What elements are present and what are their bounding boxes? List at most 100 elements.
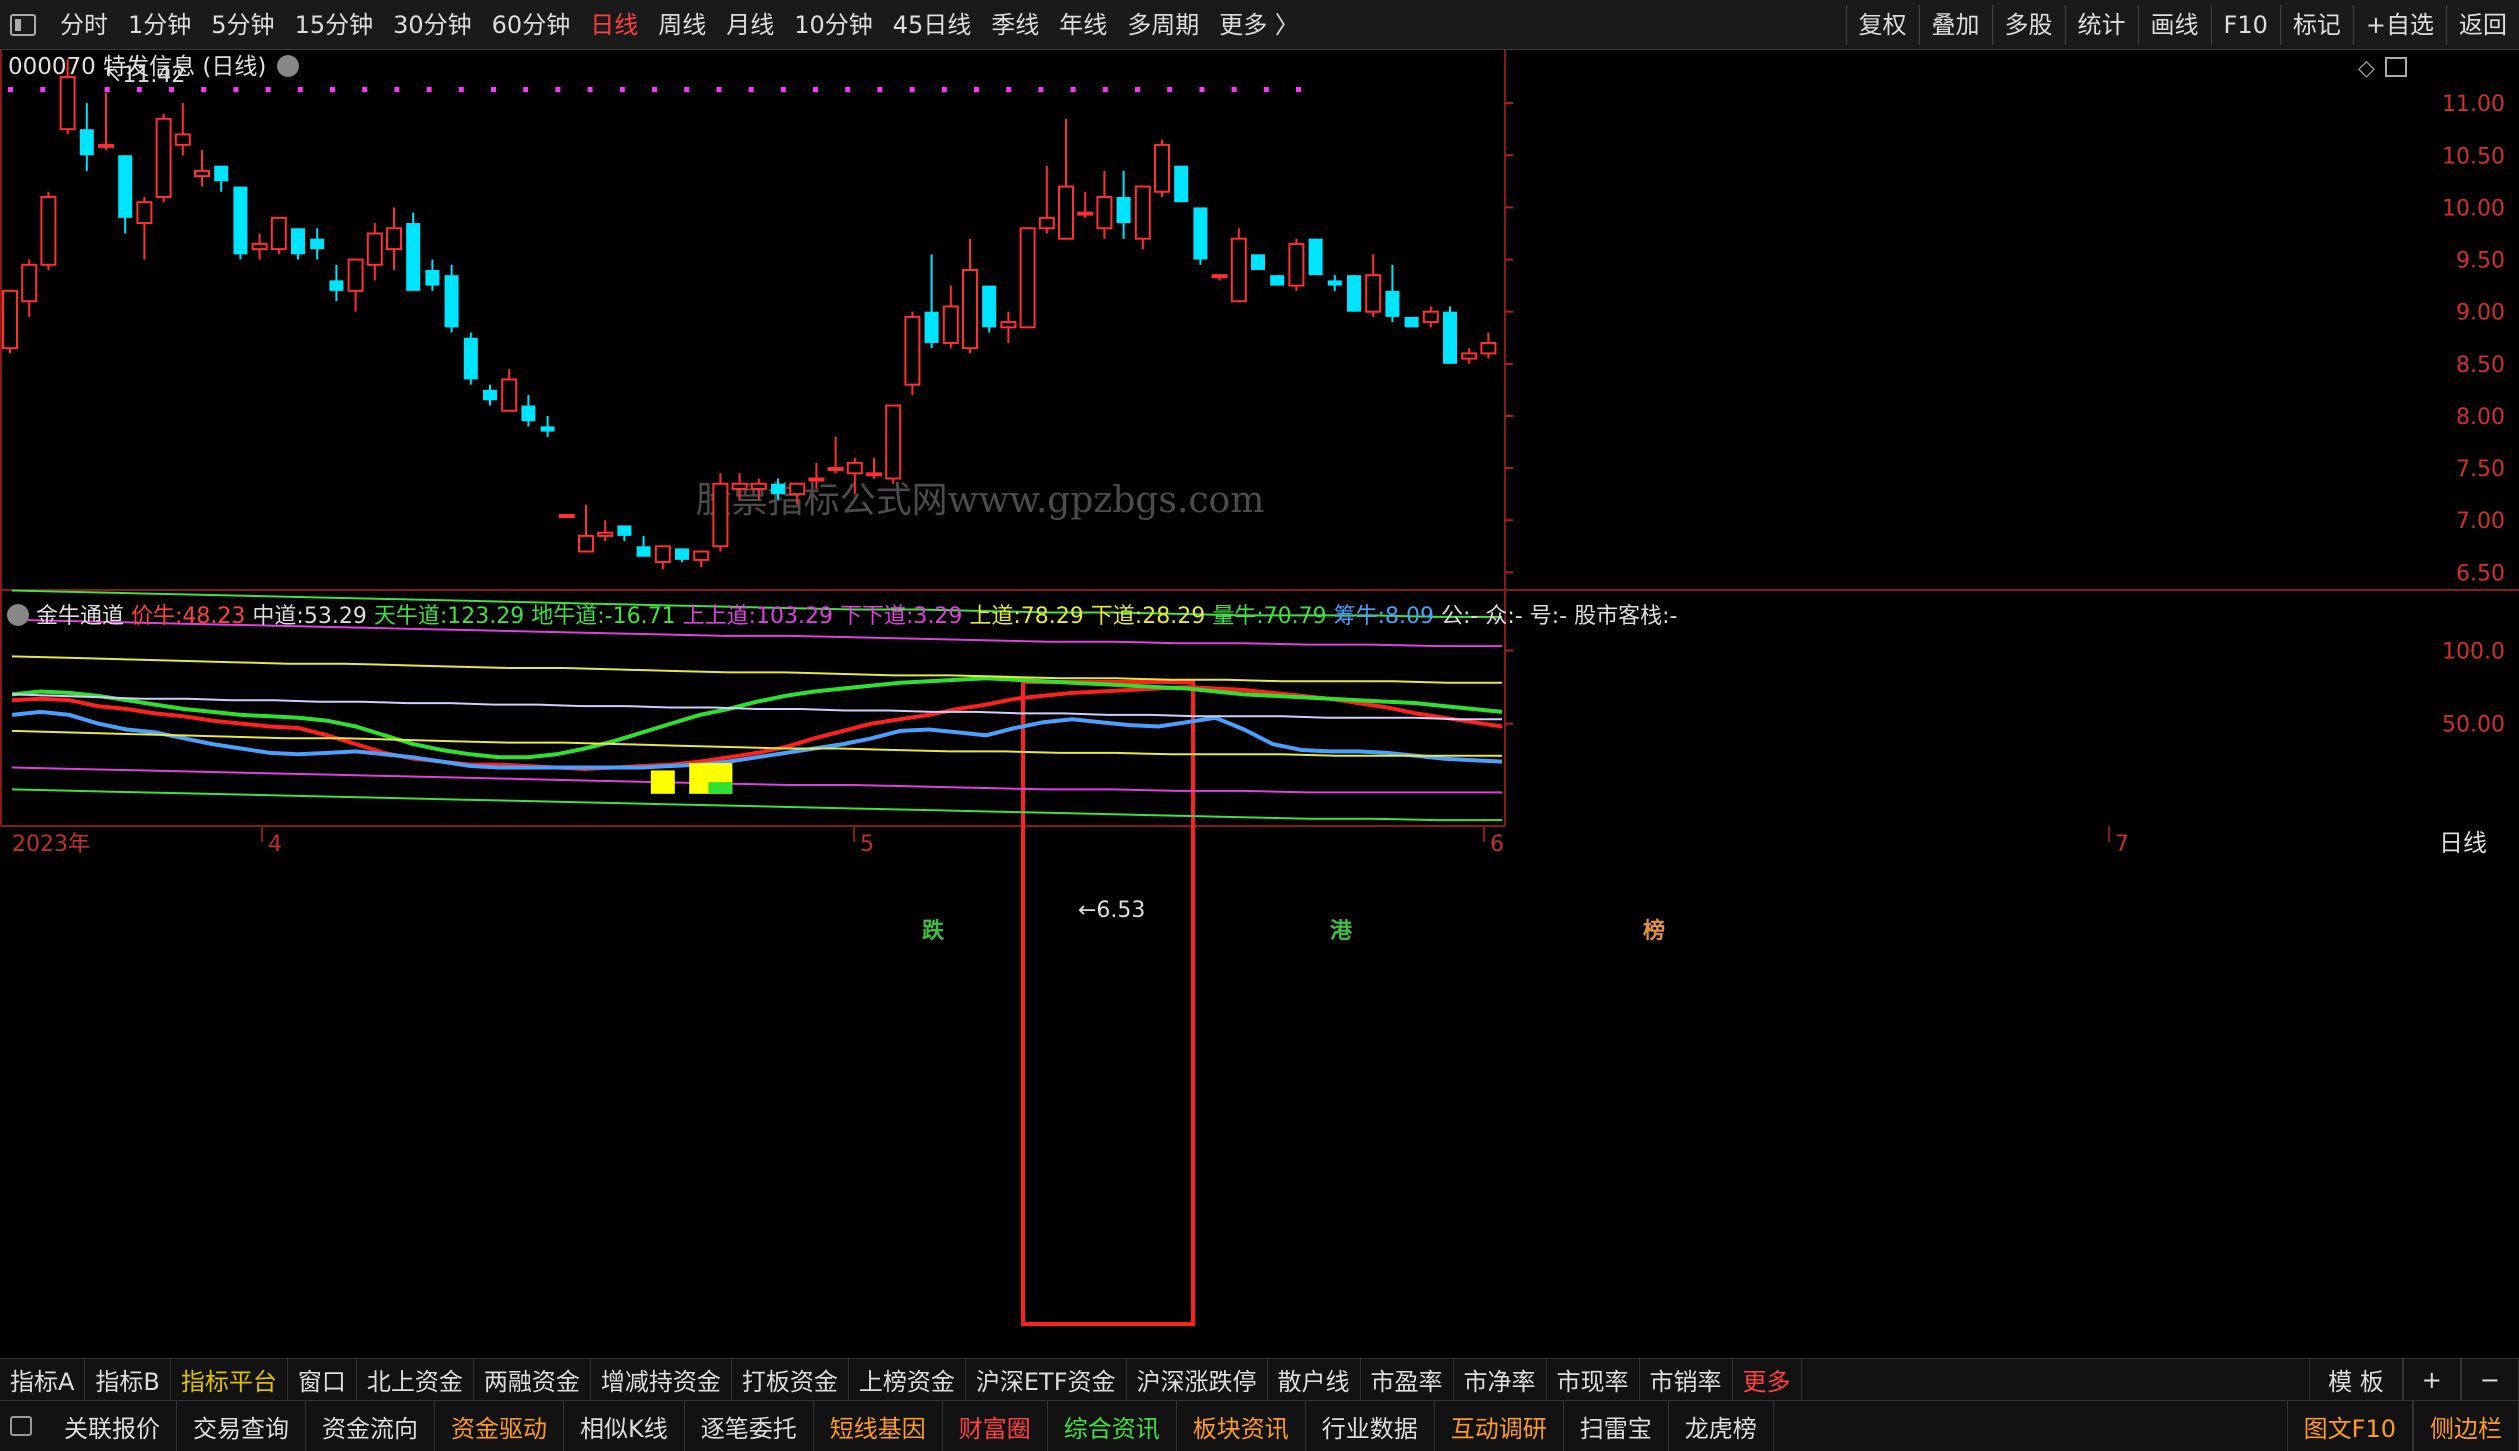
toolbar-button-4[interactable]: 画线 (2137, 4, 2211, 45)
template-control-1[interactable]: + (2402, 1359, 2461, 1400)
period-tab-8[interactable]: 月线 (716, 0, 784, 50)
function-tab-9[interactable]: 板块资讯 (1177, 1401, 1306, 1451)
candle-body (406, 223, 421, 291)
function-tab-0[interactable]: 关联报价 (48, 1401, 177, 1451)
toolbar-button-2[interactable]: 多股 (1991, 4, 2065, 45)
function-tab-5[interactable]: 逐笔委托 (685, 1401, 814, 1451)
period-tab-12[interactable]: 年线 (1049, 0, 1117, 50)
candle-body (270, 216, 287, 251)
function-tab-3[interactable]: 资金驱动 (435, 1401, 564, 1451)
candle-body (347, 258, 364, 292)
indicator-tab-5[interactable]: 两融资金 (474, 1359, 591, 1400)
function-tab-7[interactable]: 财富圈 (943, 1401, 1048, 1451)
period-tab-0[interactable]: 分时 (50, 0, 118, 50)
candle-body (1251, 254, 1265, 270)
candle-body (982, 285, 997, 328)
toolbar-button-8[interactable]: 返回 (2446, 4, 2519, 45)
template-control-2[interactable]: − (2460, 1359, 2519, 1400)
candle-24 (463, 332, 478, 385)
indicator-tab-0[interactable]: 指标A (0, 1359, 86, 1400)
candle-body (808, 477, 825, 482)
indicator-tab-8[interactable]: 上榜资金 (849, 1359, 966, 1400)
period-tab-3[interactable]: 15分钟 (285, 0, 384, 50)
period-tab-4[interactable]: 30分钟 (383, 0, 482, 50)
price-axis-label: 10.50 (2442, 144, 2505, 169)
indicator-tab-16[interactable]: 更多 (1733, 1359, 1802, 1400)
toolbar-button-1[interactable]: 叠加 (1918, 4, 1992, 45)
function-tab-1[interactable]: 交易查询 (177, 1401, 306, 1451)
candle-8 (155, 113, 172, 203)
candle-body (21, 263, 38, 303)
indicator-value-13: - (1670, 604, 1678, 629)
indicator-tab-7[interactable]: 打板资金 (732, 1359, 849, 1400)
candle-body (1385, 290, 1400, 317)
signal-dot (1263, 87, 1269, 92)
indicator-label-11: 众: (1485, 604, 1514, 629)
period-tab-2[interactable]: 5分钟 (201, 0, 284, 50)
side-tab-1[interactable]: 侧边栏 (2413, 1401, 2519, 1451)
indicator-tabs: 指标A 指标B 指标平台 窗口 北上资金 两融资金 增减持资金 打板资金 上榜资金 沪深ETF资金… (0, 1358, 2519, 1400)
period-tab-5[interactable]: 60分钟 (482, 0, 581, 50)
period-tab-11[interactable]: 季线 (981, 0, 1049, 50)
function-tab-10[interactable]: 行业数据 (1306, 1401, 1435, 1451)
period-tab-13[interactable]: 多周期 (1117, 0, 1209, 50)
function-tab-2[interactable]: 资金流向 (306, 1401, 435, 1451)
window-menu-icon[interactable] (10, 13, 36, 36)
diamond-icon: ◇ (2358, 56, 2375, 81)
function-tab-6[interactable]: 短线基因 (814, 1401, 943, 1451)
indicator-tab-2[interactable]: 指标平台 (171, 1359, 288, 1400)
toolbar-button-0[interactable]: 复权 (1845, 4, 1919, 45)
template-control-0[interactable]: 模 板 (2309, 1359, 2403, 1400)
candle-body (617, 525, 632, 536)
function-tab-8[interactable]: 综合资讯 (1048, 1401, 1177, 1451)
candle-body (962, 268, 978, 350)
indicator-tab-6[interactable]: 增减持资金 (591, 1359, 732, 1400)
indicator-tab-3[interactable]: 窗口 (288, 1359, 357, 1400)
indicator-tab-1[interactable]: 指标B (85, 1359, 171, 1400)
indicator-tab-14[interactable]: 市现率 (1547, 1359, 1640, 1400)
candle-2 (40, 191, 57, 270)
panel-toggle-icon[interactable] (10, 1416, 32, 1436)
signal-dot (619, 87, 625, 92)
signal-dot (330, 87, 335, 92)
indicator-tab-9[interactable]: 沪深ETF资金 (966, 1359, 1127, 1400)
price-axis-label: 6.50 (2456, 561, 2505, 586)
candle-body (251, 242, 268, 251)
candle-body (2, 289, 18, 350)
period-tab-1[interactable]: 1分钟 (118, 0, 201, 50)
kline-chart[interactable]: 股票指标公式网www.gpzbgs.com ↖11.42←6.53跌港榜 100… (0, 50, 2519, 1358)
signal-dot (265, 87, 271, 92)
period-tab-10[interactable]: 45日线 (883, 0, 982, 50)
indicator-tab-4[interactable]: 北上资金 (357, 1359, 474, 1400)
candle-53 (1019, 227, 1036, 329)
signal-dot (1102, 87, 1108, 92)
function-tab-13[interactable]: 龙虎榜 (1669, 1401, 1774, 1451)
toolbar-button-7[interactable]: +自选 (2352, 4, 2446, 45)
period-tab-14[interactable]: 更多 〉 (1209, 0, 1309, 50)
side-tab-0[interactable]: 图文F10 (2286, 1401, 2413, 1451)
price-axis-label: 7.00 (2456, 509, 2505, 534)
function-tab-12[interactable]: 扫雷宝 (1564, 1401, 1669, 1451)
indicator-tab-12[interactable]: 市盈率 (1361, 1359, 1454, 1400)
price-axis-label: 8.50 (2456, 353, 2505, 378)
candle-75 (1443, 306, 1457, 364)
toolbar-button-3[interactable]: 统计 (2064, 4, 2138, 45)
indicator-value-4: 103.29 (756, 604, 840, 629)
date-label-0: 2023年 (12, 832, 90, 857)
price-axis-label: 10.00 (2442, 196, 2505, 221)
indicator-tab-11[interactable]: 散户线 (1268, 1359, 1361, 1400)
function-tab-4[interactable]: 相似K线 (564, 1401, 685, 1451)
candle-body (501, 378, 518, 412)
toolbar-button-5[interactable]: F10 (2210, 4, 2280, 45)
indicator-tab-15[interactable]: 市销率 (1640, 1359, 1733, 1400)
toolbar-button-6[interactable]: 标记 (2279, 4, 2353, 45)
period-tab-9[interactable]: 10分钟 (784, 0, 883, 50)
candle-body (1038, 216, 1055, 230)
period-tab-7[interactable]: 周线 (648, 0, 716, 50)
function-tab-11[interactable]: 互动调研 (1435, 1401, 1564, 1451)
candle-body (1154, 143, 1170, 193)
period-tab-6[interactable]: 日线 (580, 0, 648, 50)
indicator-tab-13[interactable]: 市净率 (1454, 1359, 1547, 1400)
candle-body (1193, 207, 1208, 260)
indicator-tab-10[interactable]: 沪深涨跌停 (1127, 1359, 1268, 1400)
